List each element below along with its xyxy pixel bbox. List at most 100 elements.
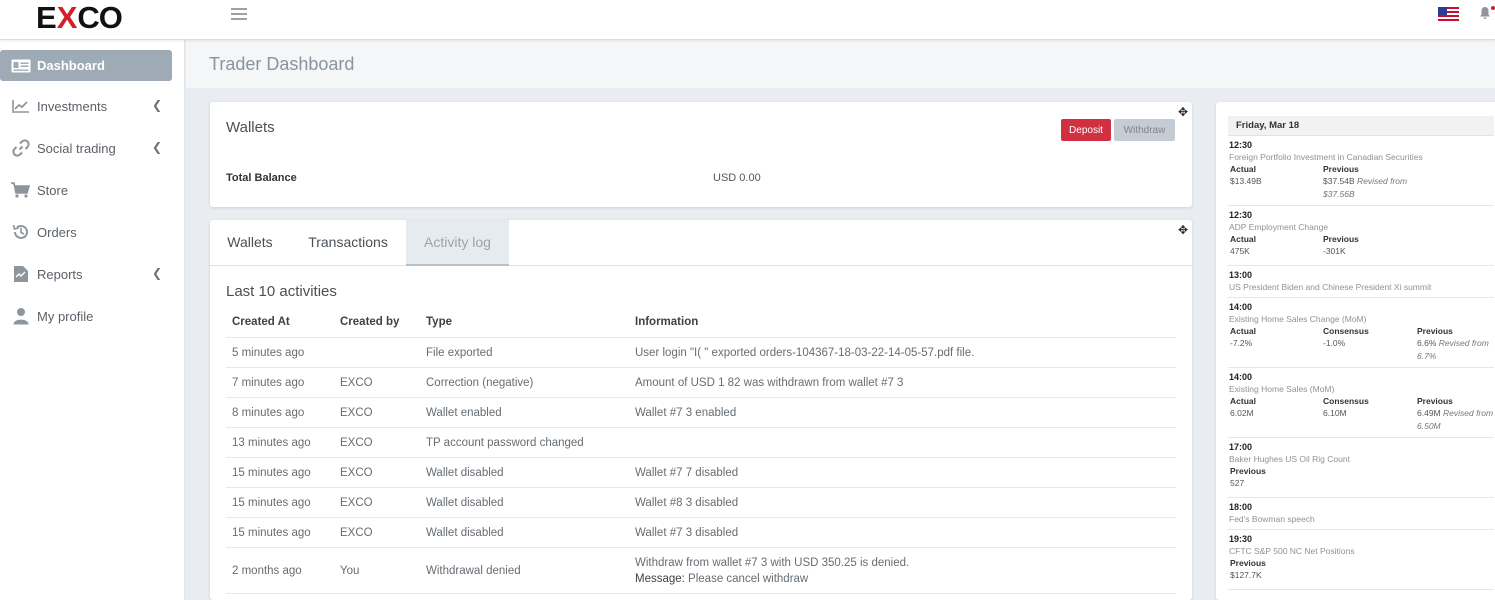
event-previous: Previous 527 xyxy=(1230,465,1322,490)
sidebar-item-dashboard[interactable]: Dashboard xyxy=(0,50,172,81)
previous-value: -301K xyxy=(1323,246,1346,256)
event-name: Foreign Portfolio Investment in Canadian… xyxy=(1229,152,1423,162)
cell-type: Wallet disabled xyxy=(426,497,504,509)
cell-information: Wallet #7 7 disabled xyxy=(635,467,739,479)
cell-type: Wallet disabled xyxy=(426,467,504,479)
sidebar-item-social-trading[interactable]: Social trading ❮ xyxy=(0,131,172,165)
sidebar-item-label: Orders xyxy=(37,224,77,240)
cell-type: File exported xyxy=(426,347,493,359)
calendar-event[interactable]: 17:00 Baker Hughes US Oil Rig Count Prev… xyxy=(1228,438,1494,498)
chart-line-icon xyxy=(11,98,31,114)
revised-value: 6.7% xyxy=(1417,351,1437,361)
previous-value: $37.54B Revised from $37.56B xyxy=(1323,175,1415,201)
event-consensus: Consensus -1.0% xyxy=(1323,325,1415,350)
logo-text-left: E xyxy=(36,0,57,35)
section-title: Last 10 activities xyxy=(226,283,337,300)
tab-wallets[interactable]: Wallets xyxy=(210,220,290,266)
calendar-event[interactable]: 14:00 Existing Home Sales (MoM) Actual 6.… xyxy=(1228,368,1494,438)
cart-icon xyxy=(11,182,31,198)
actual-value: -7.2% xyxy=(1230,338,1253,348)
actual-label: Actual xyxy=(1230,326,1256,336)
event-name: Existing Home Sales Change (MoM) xyxy=(1229,314,1367,324)
sidebar-item-reports[interactable]: Reports ❮ xyxy=(0,257,172,291)
calendar-event[interactable]: 14:00 Existing Home Sales Change (MoM) A… xyxy=(1228,298,1494,368)
actual-value: $13.49B xyxy=(1230,176,1262,186)
event-actual: Actual 6.02M xyxy=(1230,395,1322,420)
event-name: Fed's Bowman speech xyxy=(1229,514,1315,524)
actual-value: 6.02M xyxy=(1230,408,1254,418)
activity-card: ✥ Wallets Transactions Activity log Last… xyxy=(210,220,1192,600)
revised-label: Revised from xyxy=(1357,176,1408,186)
sidebar-item-label: Reports xyxy=(37,266,83,282)
tab-activity-log[interactable]: Activity log xyxy=(406,220,509,266)
cell-created-at: 5 minutes ago xyxy=(232,347,305,359)
cell-created-by: You xyxy=(340,565,360,577)
previous-label: Previous xyxy=(1323,234,1359,244)
sidebar-item-store[interactable]: Store xyxy=(0,173,172,207)
actual-label: Actual xyxy=(1230,164,1256,174)
user-icon xyxy=(11,308,31,325)
history-icon xyxy=(11,224,31,240)
event-time: 14:00 xyxy=(1229,302,1253,312)
event-values: Actual 475K Previous -301K xyxy=(1229,233,1494,261)
activity-table: Created At Created by Type Information 5… xyxy=(226,306,1176,594)
event-values: Previous 527 xyxy=(1229,465,1494,493)
move-icon[interactable]: ✥ xyxy=(1178,105,1188,119)
consensus-label: Consensus xyxy=(1323,396,1369,406)
chevron-left-icon: ❮ xyxy=(151,98,162,112)
information-message: Message: Please cancel withdraw xyxy=(635,571,909,587)
exco-logo[interactable]: E X CO xyxy=(36,0,123,35)
sidebar-item-my-profile[interactable]: My profile xyxy=(0,299,172,333)
event-actual: Actual -7.2% xyxy=(1230,325,1322,350)
event-time: 19:30 xyxy=(1229,534,1253,544)
withdraw-button[interactable]: Withdraw xyxy=(1114,119,1175,141)
deposit-button[interactable]: Deposit xyxy=(1061,119,1111,141)
column-header: Created At xyxy=(232,316,290,328)
message-text: Please cancel withdraw xyxy=(684,573,809,585)
cell-created-by: EXCO xyxy=(340,407,373,419)
cell-type: Correction (negative) xyxy=(426,377,534,389)
calendar-event[interactable]: 12:30 ADP Employment Change Actual 475K P… xyxy=(1228,206,1494,266)
cell-type: Wallet enabled xyxy=(426,407,502,419)
previous-number: $37.54B xyxy=(1323,176,1355,186)
sidebar-item-orders[interactable]: Orders xyxy=(0,215,172,249)
table-row: 7 minutes ago EXCO Correction (negative)… xyxy=(226,368,1176,398)
actual-value: 475K xyxy=(1230,246,1250,256)
wallets-card: ✥ Wallets Deposit Withdraw Total Balance… xyxy=(210,102,1192,207)
cell-created-by: EXCO xyxy=(340,497,373,509)
calendar-event[interactable]: 13:00 US President Biden and Chinese Pre… xyxy=(1228,266,1494,298)
previous-label: Previous xyxy=(1230,558,1266,568)
chevron-left-icon: ❮ xyxy=(151,266,162,280)
table-row: 15 minutes ago EXCO Wallet disabled Wall… xyxy=(226,518,1176,548)
sidebar-item-label: Investments xyxy=(37,98,108,114)
revised-label: Revised from xyxy=(1443,408,1494,418)
cell-information: Withdraw from wallet #7 3 with USD 350.2… xyxy=(635,555,909,587)
previous-value: 6.6% Revised from 6.7% xyxy=(1417,337,1495,363)
cell-type: Withdrawal denied xyxy=(426,565,521,577)
cell-created-at: 8 minutes ago xyxy=(232,407,305,419)
cell-type: TP account password changed xyxy=(426,437,584,449)
sidebar-item-investments[interactable]: Investments ❮ xyxy=(0,89,172,123)
event-previous: Previous $37.54B Revised from $37.56B xyxy=(1323,163,1415,201)
cell-created-by: EXCO xyxy=(340,437,373,449)
tab-transactions[interactable]: Transactions xyxy=(290,220,406,266)
sidebar-item-label: Social trading xyxy=(37,140,116,156)
event-previous: Previous 6.6% Revised from 6.7% xyxy=(1417,325,1495,363)
cell-type: Wallet disabled xyxy=(426,527,504,539)
bell-icon[interactable] xyxy=(1479,6,1495,22)
revised-label: Revised from xyxy=(1438,338,1489,348)
hamburger-menu-icon[interactable] xyxy=(231,8,247,22)
calendar-event[interactable]: 18:00 Fed's Bowman speech xyxy=(1228,498,1494,530)
consensus-value: -1.0% xyxy=(1323,338,1346,348)
calendar-event[interactable]: 12:30 Foreign Portfolio Investment in Ca… xyxy=(1228,136,1494,206)
previous-label: Previous xyxy=(1230,466,1266,476)
sidebar-item-label: My profile xyxy=(37,308,94,324)
event-consensus: Consensus 6.10M xyxy=(1323,395,1415,420)
consensus-label: Consensus xyxy=(1323,326,1369,336)
calendar-date-header: Friday, Mar 18 xyxy=(1228,116,1494,136)
cell-created-at: 2 months ago xyxy=(232,565,302,577)
us-flag-icon[interactable] xyxy=(1438,7,1459,21)
cell-created-at: 15 minutes ago xyxy=(232,497,311,509)
calendar-event[interactable]: 19:30 CFTC S&P 500 NC Net Positions Prev… xyxy=(1228,530,1494,590)
event-time: 18:00 xyxy=(1229,502,1253,512)
